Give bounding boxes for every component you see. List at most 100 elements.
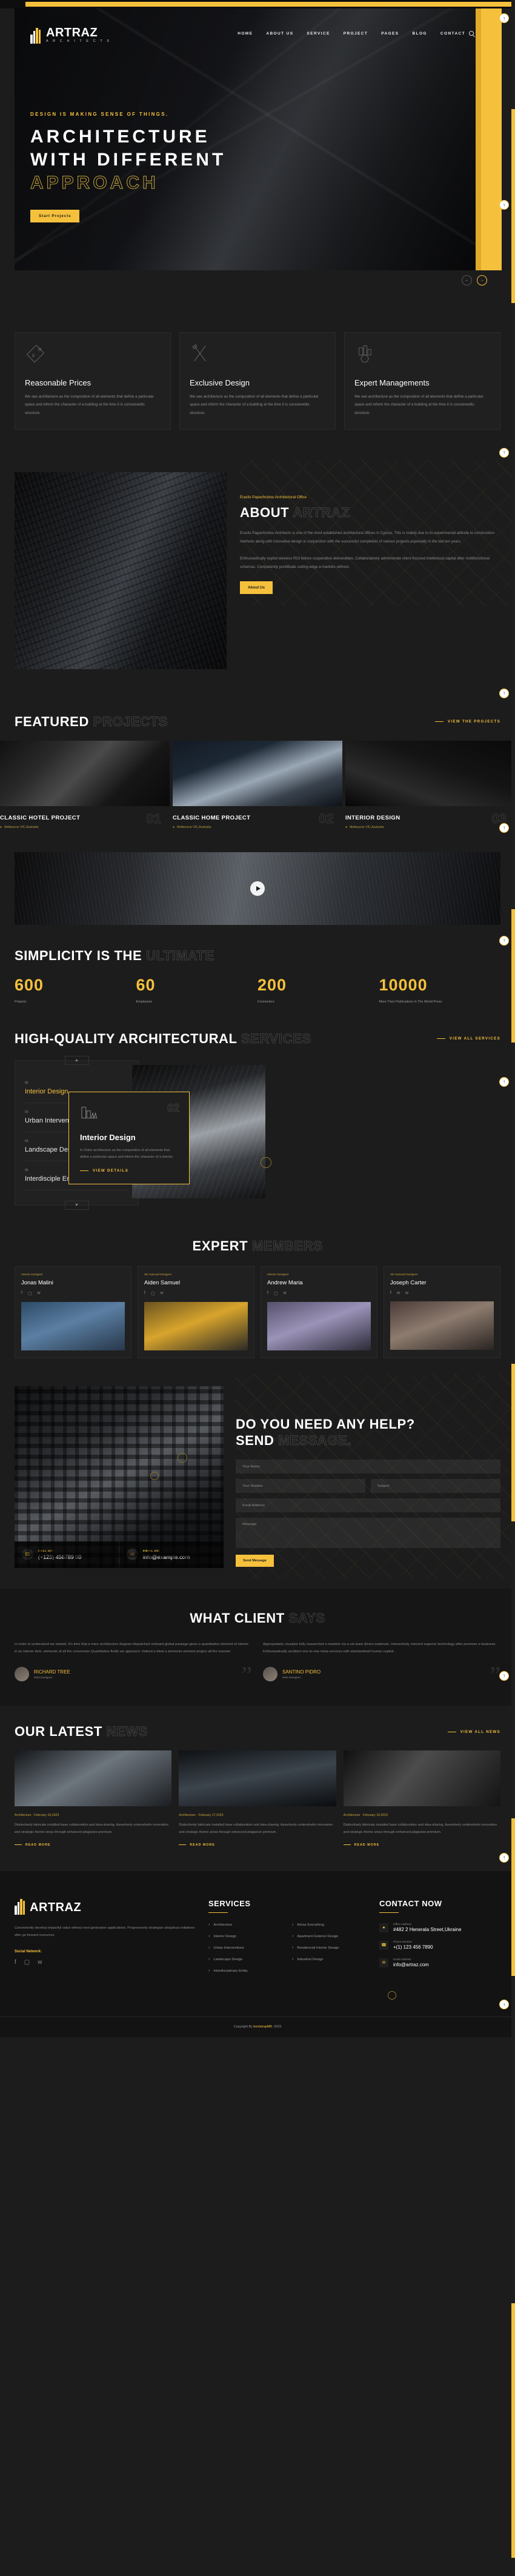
view-the-projects-link[interactable]: VIEW THE PROJECTS <box>435 719 500 724</box>
scroll-top-button[interactable]: ↑ <box>499 1852 509 1863</box>
team-member-card[interactable]: 3D Autocad Designer Aiden Samuel f ▢ w <box>138 1266 254 1358</box>
hero-slider-arrows[interactable]: ← → <box>462 275 487 313</box>
read-more-link[interactable]: READ MORE <box>344 1843 500 1847</box>
scroll-top-button[interactable]: ↑ <box>499 1076 509 1087</box>
video-section[interactable] <box>15 852 500 925</box>
twitter-icon[interactable]: w <box>161 1291 164 1296</box>
counter-value: 600 <box>15 975 44 994</box>
scrollbar-thumb[interactable] <box>511 1364 515 1521</box>
hero-next-button[interactable]: → <box>477 275 487 285</box>
copyright-brand[interactable]: bootstrapMB <box>253 2025 272 2029</box>
nav-item-service[interactable]: SERVICE <box>307 32 330 36</box>
testimonial-name: RICHARD TREE <box>34 1669 70 1675</box>
facebook-icon[interactable]: f <box>267 1291 268 1296</box>
facebook-icon[interactable]: f <box>15 1959 16 1966</box>
site-logo[interactable]: ARTRAZ A R C H I T E C T S <box>30 27 111 44</box>
feature-title: Reasonable Prices <box>25 378 91 387</box>
blog-card[interactable]: Architecture · February 18,2023 Distinct… <box>343 1750 500 1847</box>
twitter-icon[interactable]: w <box>405 1291 408 1295</box>
footer-link[interactable]: Landscape Design <box>208 1957 284 1961</box>
nav-item-project[interactable]: PROJECT <box>344 32 368 36</box>
team-member-card[interactable]: Interior Designer Jonas Malini f ▢ w <box>15 1266 131 1358</box>
start-projects-button[interactable]: Start Projects <box>30 210 80 223</box>
play-icon[interactable] <box>250 881 265 896</box>
instagram-icon[interactable]: ▢ <box>24 1959 30 1966</box>
footer-link[interactable]: Urban Interventions <box>208 1946 284 1950</box>
read-more-link[interactable]: READ MORE <box>15 1843 171 1847</box>
instagram-icon[interactable]: ▢ <box>28 1291 32 1296</box>
scrollbar-thumb[interactable] <box>511 109 515 303</box>
scroll-top-button[interactable]: ↑ <box>499 13 509 23</box>
twitter-icon[interactable]: w <box>284 1291 287 1296</box>
scroll-top-button[interactable]: ↑ <box>499 447 509 458</box>
feature-card[interactable]: Exclusive Design We see architecture as … <box>179 332 336 430</box>
feature-card[interactable]: Expert Managements We see architecture a… <box>344 332 500 430</box>
instagram-icon[interactable]: ▢ <box>151 1291 155 1296</box>
member-social[interactable]: f ▢ w <box>21 1291 125 1296</box>
chevron-up-icon[interactable]: ▲ <box>64 1055 89 1065</box>
member-social[interactable]: f ▢ w <box>267 1291 371 1296</box>
blog-image <box>343 1750 500 1807</box>
nav-item-home[interactable]: HOME <box>238 32 253 36</box>
footer-logo[interactable]: ARTRAZ <box>15 1898 196 1915</box>
footer-link[interactable]: Apartment Exterior Design <box>292 1934 367 1938</box>
scroll-top-button[interactable]: ↑ <box>499 823 509 833</box>
instagram-icon[interactable]: ▢ <box>274 1291 278 1296</box>
scrollbar-thumb[interactable] <box>511 1818 515 1976</box>
scrollbar-thumb[interactable] <box>511 909 515 1043</box>
scroll-top-button[interactable]: ↑ <box>499 935 509 946</box>
footer-link[interactable]: Architecture <box>208 1923 284 1927</box>
blog-card[interactable]: Architecture · February 16,2023 Distinct… <box>15 1750 172 1847</box>
scroll-top-button[interactable]: ↑ <box>499 688 509 698</box>
about-content: Eraclis Papachristou Architectural Offic… <box>240 459 515 606</box>
nav-item-contact[interactable]: CONTACT <box>440 32 465 36</box>
service-detail-card[interactable]: 02 Interior Design In Order architecture… <box>68 1091 190 1185</box>
hero-heading-line-1: ARCHITECTURE <box>30 127 210 147</box>
twitter-icon[interactable]: w <box>38 1959 42 1966</box>
project-card[interactable]: CLASSIC HOTEL PROJECT ● Melbourne VIC,Aus… <box>0 740 170 839</box>
footer-link[interactable]: Artraz Everything <box>292 1923 367 1927</box>
search-icon[interactable] <box>469 31 474 36</box>
instagram-icon[interactable]: w <box>397 1291 400 1295</box>
feature-card[interactable]: $ Reasonable Prices We see architecture … <box>15 332 171 430</box>
facebook-icon[interactable]: f <box>21 1291 22 1296</box>
nav-item-about-us[interactable]: ABOUT US <box>266 32 293 36</box>
testimonial-card: In order to understand we started. It's … <box>15 1641 252 1687</box>
email-us-block[interactable]: ✉ EMAIL US: info@example.com <box>119 1541 224 1568</box>
call-us-block[interactable]: ☎ CALL US: (+123) 456789 00 <box>15 1541 119 1568</box>
nav-item-blog[interactable]: BLOG <box>413 32 427 36</box>
member-social[interactable]: f ▢ w <box>144 1291 248 1296</box>
facebook-icon[interactable]: f <box>390 1291 391 1295</box>
project-card[interactable]: INTERIOR DESIGN ● Melbourne VIC,Australia… <box>345 740 515 839</box>
nav-item-pages[interactable]: PAGES <box>381 32 399 36</box>
footer-link[interactable]: Interior Design <box>208 1934 284 1938</box>
blog-card[interactable]: Architecture · February 17,2023 Distinct… <box>179 1750 336 1847</box>
footer-link[interactable]: Industrial Design <box>292 1957 367 1961</box>
featured-header: FEATURED PROJECTS VIEW THE PROJECTS <box>0 693 515 741</box>
chevron-down-icon[interactable]: ▼ <box>64 1200 89 1210</box>
team-member-card[interactable]: Interior Designer Andrew Maria f ▢ w <box>261 1266 377 1358</box>
footer-link[interactable]: Residencial Interior Design <box>292 1946 367 1950</box>
scroll-top-button[interactable]: ↑ <box>499 2000 509 2010</box>
hero-prev-button[interactable]: ← <box>462 275 472 285</box>
view-all-news-link[interactable]: VIEW ALL NEWS <box>448 1730 500 1734</box>
facebook-icon[interactable]: f <box>144 1291 145 1296</box>
scrollbar-thumb[interactable] <box>511 2303 515 2558</box>
scroll-top-button[interactable]: ↑ <box>499 1670 509 1681</box>
scroll-top-button[interactable]: ↑ <box>499 200 509 210</box>
view-details-link[interactable]: VIEW DETAILS <box>80 1169 178 1173</box>
team-member-card[interactable]: 3D Autocad Designer Joseph Carter f w w <box>384 1266 500 1358</box>
member-social[interactable]: fww <box>390 1291 494 1295</box>
view-all-services-link[interactable]: VIEW ALL SERVICES <box>437 1036 500 1041</box>
feature-title: Exclusive Design <box>190 378 250 387</box>
read-more-link[interactable]: READ MORE <box>179 1843 336 1847</box>
footer-link[interactable]: Interdisciplinary Entity <box>208 1969 284 1973</box>
page-scrollbar[interactable] <box>511 0 515 2576</box>
project-card[interactable]: CLASSIC HOME PROJECT ● Melbourne VIC,Aust… <box>173 740 342 839</box>
main-navigation[interactable]: HOME ABOUT US SERVICE PROJECT PAGES BLOG… <box>238 32 465 36</box>
footer-contact-item: ● Office Address #482 2 Henerala Street,… <box>379 1923 500 1932</box>
twitter-icon[interactable]: w <box>38 1291 41 1296</box>
about-us-button[interactable]: About Us <box>240 581 273 594</box>
member-photo <box>144 1301 248 1350</box>
footer-social-links[interactable]: f ▢ w <box>15 1959 196 1966</box>
